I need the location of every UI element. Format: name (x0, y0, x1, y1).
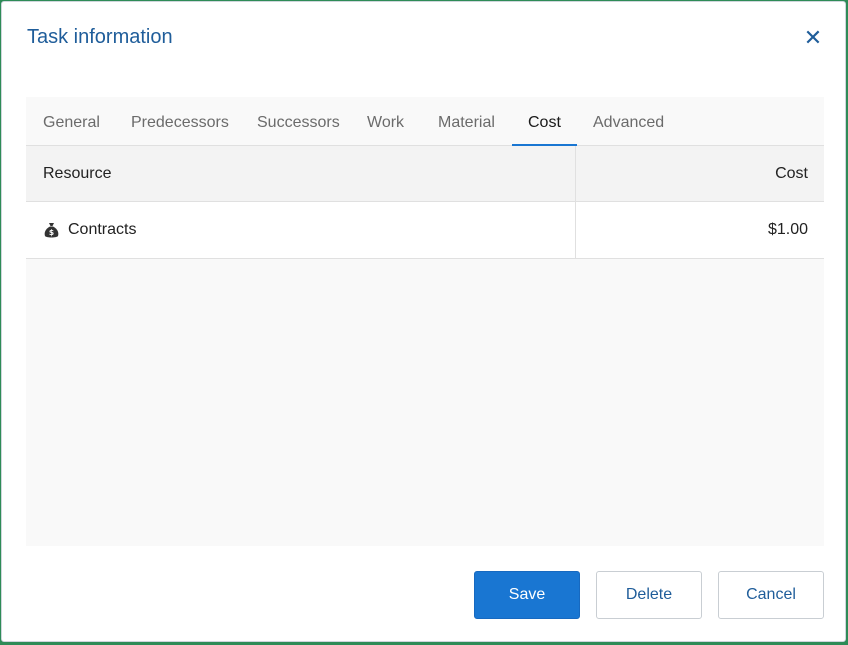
tab-panel: General Predecessors Successors Work Mat… (26, 97, 824, 546)
resource-name: Contracts (68, 221, 137, 238)
cost-cell[interactable]: $1.00 (768, 202, 808, 258)
table-row[interactable]: $ Contracts $1.00 (26, 202, 824, 259)
tab-predecessors[interactable]: Predecessors (115, 97, 245, 146)
tab-material[interactable]: Material (422, 97, 511, 146)
column-divider (575, 202, 576, 258)
column-divider[interactable] (575, 146, 576, 201)
cancel-button[interactable]: Cancel (718, 571, 824, 619)
delete-button[interactable]: Delete (596, 571, 702, 619)
money-bag-icon: $ (44, 222, 59, 237)
save-button[interactable]: Save (474, 571, 580, 619)
tab-advanced[interactable]: Advanced (577, 97, 680, 146)
column-header-resource[interactable]: Resource (43, 146, 111, 201)
grid-header: Resource Cost (26, 146, 824, 202)
resource-cell[interactable]: $ Contracts (43, 202, 136, 258)
tab-bar: General Predecessors Successors Work Mat… (26, 97, 824, 147)
tab-general[interactable]: General (27, 97, 116, 146)
dialog-title: Task information (27, 26, 173, 48)
tab-cost[interactable]: Cost (512, 97, 577, 147)
column-header-cost[interactable]: Cost (775, 146, 808, 201)
task-information-dialog: Task information ✕ General Predecessors … (1, 1, 846, 642)
svg-text:$: $ (49, 228, 54, 237)
tab-work[interactable]: Work (351, 97, 420, 146)
tab-successors[interactable]: Successors (241, 97, 356, 146)
close-icon[interactable]: ✕ (802, 26, 824, 50)
